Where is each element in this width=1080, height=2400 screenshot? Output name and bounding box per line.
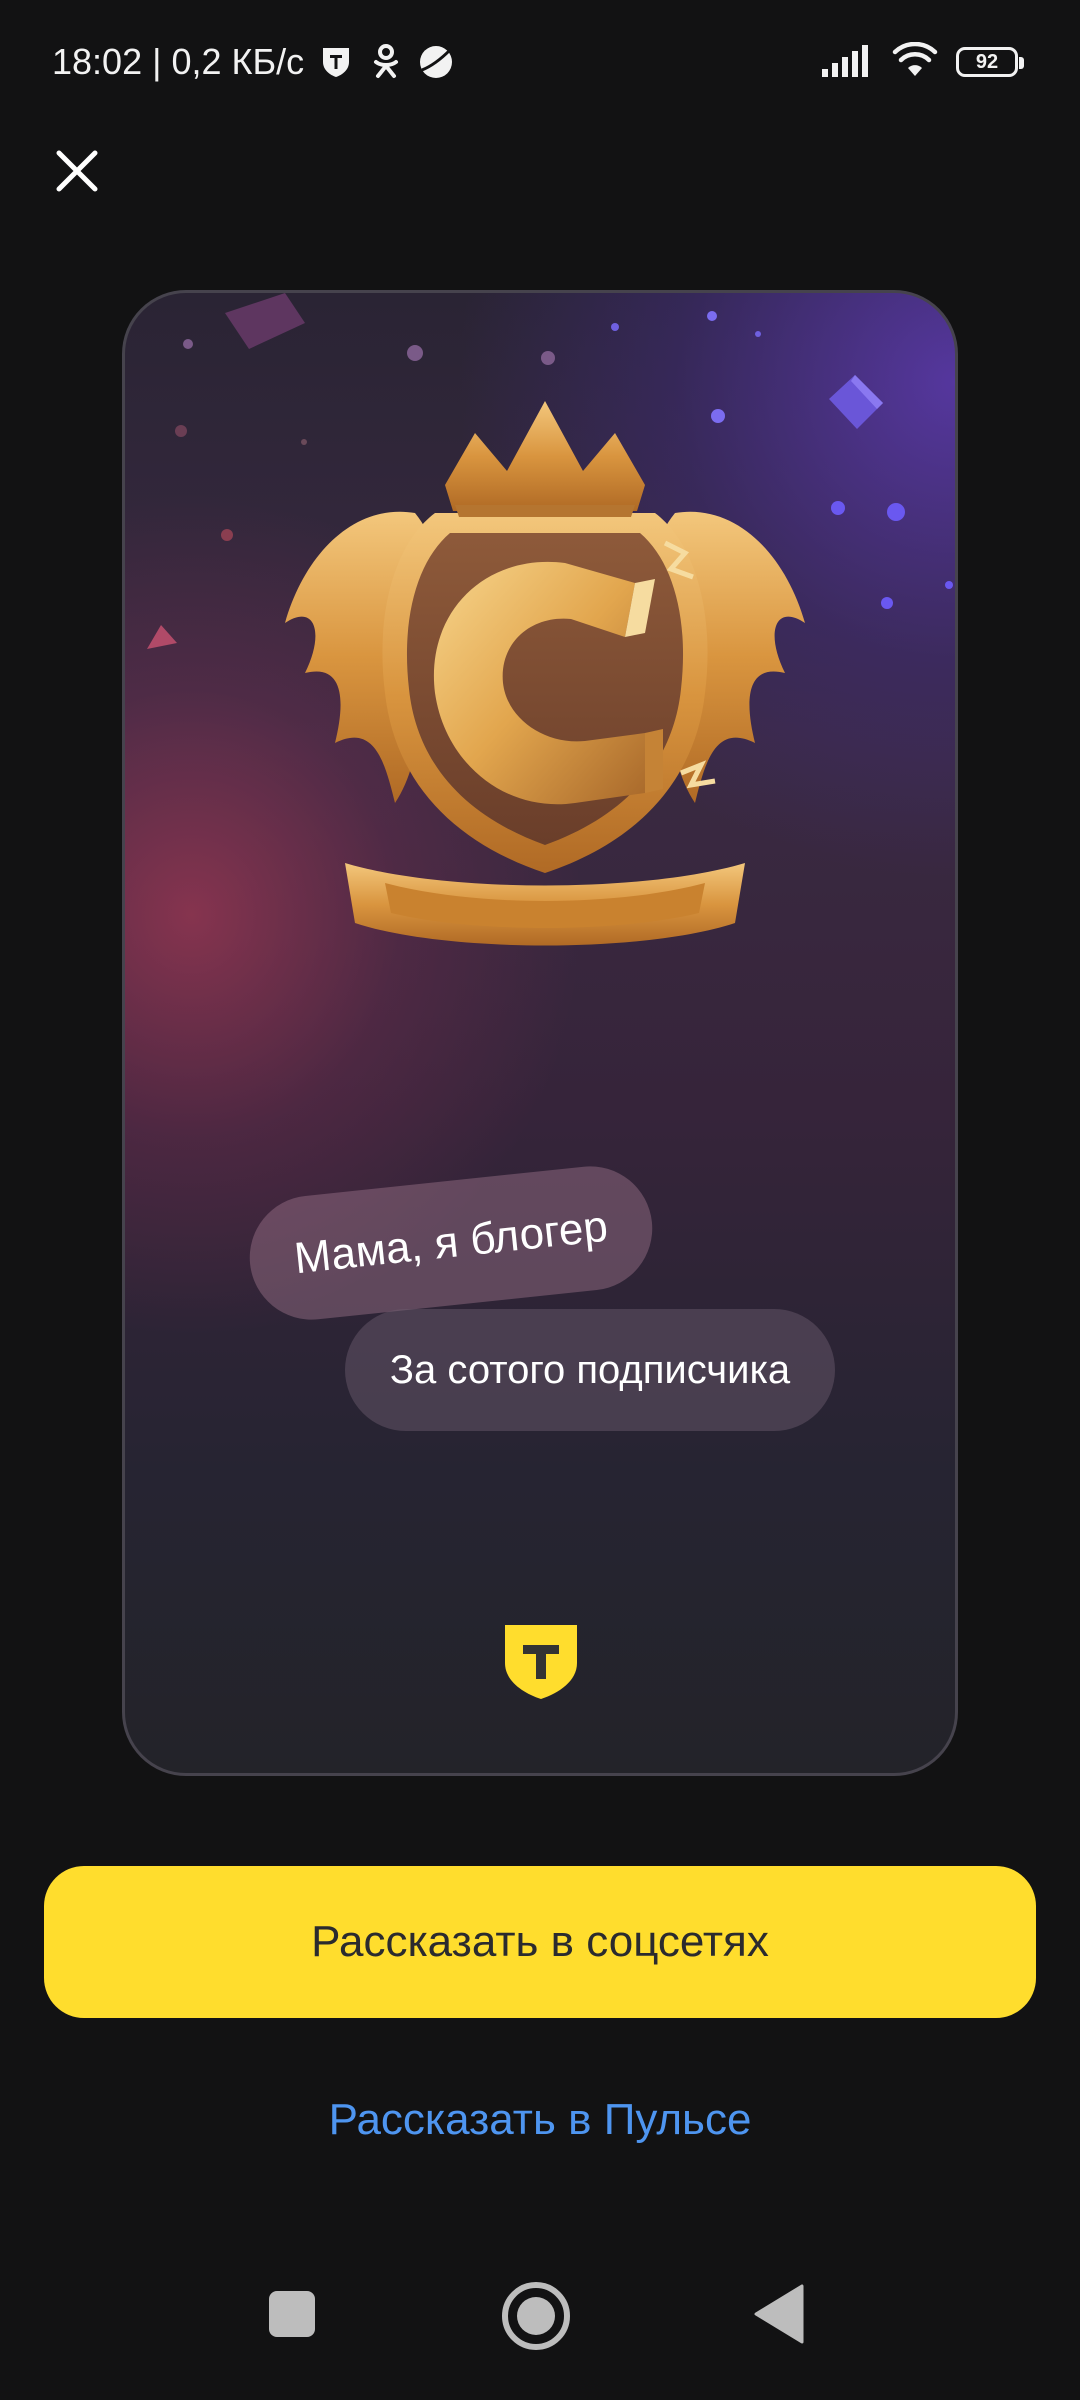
share-social-label: Рассказать в соцсетях	[311, 1917, 769, 1966]
status-bar: 18:02 | 0,2 КБ/с 92	[0, 0, 1080, 120]
recents-button[interactable]	[262, 2284, 322, 2344]
share-pulse-link[interactable]: Рассказать в Пульсе	[140, 2080, 940, 2160]
close-button[interactable]	[46, 140, 108, 202]
home-button[interactable]	[496, 2276, 576, 2356]
golden-magnet-emblem	[285, 401, 805, 946]
share-social-button[interactable]: Рассказать в соцсетях	[44, 1866, 1036, 2018]
status-left: 18:02 | 0,2 КБ/с	[52, 38, 454, 86]
planet-icon	[418, 44, 454, 80]
confetti-dot	[881, 597, 893, 609]
confetti-dot	[755, 331, 761, 337]
achievement-subtitle: За сотого подписчика	[389, 1347, 791, 1392]
status-right: 92	[822, 40, 1024, 84]
achievement-title-chip: Мама, я блогер	[243, 1160, 659, 1326]
odnoklassniki-icon	[368, 44, 404, 80]
back-triangle-icon	[754, 2284, 804, 2344]
status-time: 18:02	[52, 41, 143, 82]
back-button[interactable]	[748, 2282, 808, 2346]
tbank-shield-logo	[505, 1625, 577, 1699]
confetti-dot	[945, 581, 953, 589]
confetti-dot	[541, 351, 555, 365]
share-pulse-label: Рассказать в Пульсе	[328, 2095, 752, 2144]
confetti-dot	[175, 425, 187, 437]
confetti-dot	[707, 311, 717, 321]
confetti-dot	[611, 323, 619, 331]
confetti-dot	[407, 345, 423, 361]
battery-icon: 92	[956, 47, 1024, 77]
achievement-title: Мама, я блогер	[291, 1201, 611, 1284]
system-nav-bar	[0, 2260, 1080, 2380]
battery-level: 92	[975, 50, 999, 73]
wifi-icon	[892, 41, 938, 83]
close-icon	[56, 150, 98, 192]
achievement-card: Мама, я блогер За сотого подписчика	[122, 290, 958, 1776]
confetti-piece	[147, 625, 177, 649]
achievement-subtitle-chip: За сотого подписчика	[345, 1309, 835, 1431]
shield-icon	[318, 44, 354, 80]
confetti-dot	[887, 503, 905, 521]
confetti-dot	[183, 339, 193, 349]
recents-square-icon	[269, 2291, 315, 2337]
home-circle-icon	[502, 2282, 570, 2350]
status-separator: |	[152, 41, 162, 82]
network-speed: 0,2 КБ/с	[171, 41, 305, 82]
confetti-dot	[221, 529, 233, 541]
signal-icon	[822, 43, 874, 82]
confetti-piece	[225, 293, 305, 349]
